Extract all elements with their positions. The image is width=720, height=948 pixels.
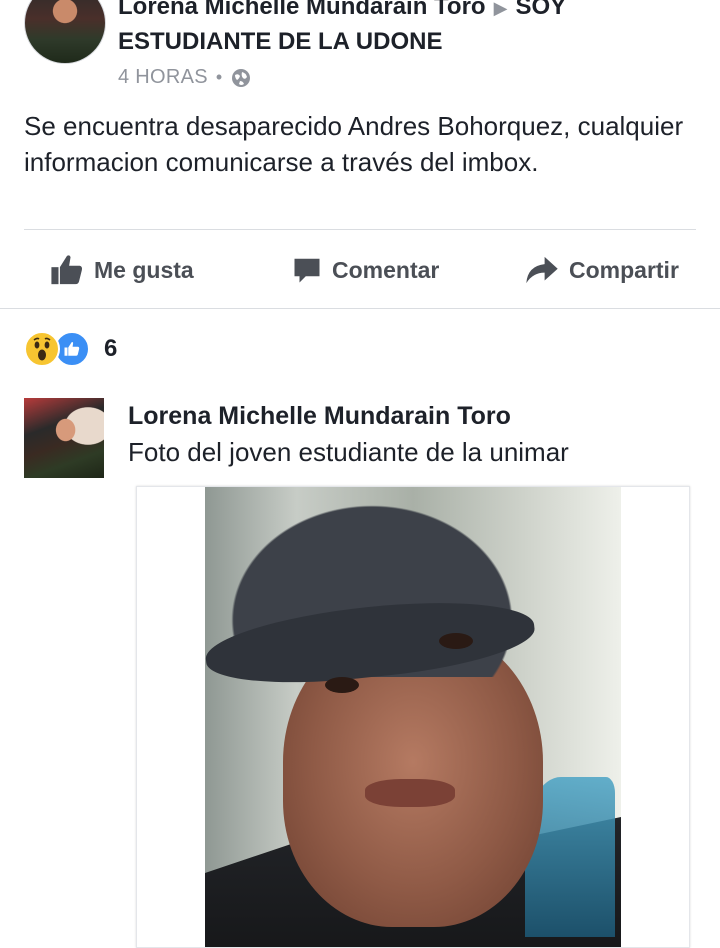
author-name[interactable]: Lorena Michelle Mundarain Toro [118,0,486,20]
comment-button[interactable]: Comentar [292,250,439,290]
divider [24,229,696,230]
post-meta: 4 HORAS • [118,66,251,89]
post-header: Lorena Michelle Mundarain Toro ▶ SOY ESTUD… [118,0,698,59]
share-button[interactable]: Compartir [525,250,679,290]
shared-author-name[interactable]: Lorena Michelle Mundarain Toro [128,402,511,431]
arrow-right-icon: ▶ [493,0,508,18]
post-body: Se encuentra desaparecido Andres Bohorqu… [24,111,684,177]
reactions-summary[interactable]: 6 [24,331,117,367]
share-arrow-icon [526,256,558,284]
meta-separator: • [215,67,223,87]
photo-image [205,487,621,947]
divider [0,308,720,309]
action-bar: Me gusta Comentar Compartir [0,240,720,298]
thumbs-up-icon [51,255,83,285]
author-avatar[interactable] [24,0,106,64]
shared-caption: Foto del joven estudiante de la unimar [128,437,569,467]
like-button[interactable]: Me gusta [50,250,194,290]
post-timestamp[interactable]: 4 HORAS [118,66,208,89]
globe-icon [231,68,250,87]
reaction-count: 6 [104,335,118,362]
wow-reaction-icon [24,331,60,367]
shared-author-avatar[interactable] [24,398,104,478]
like-label: Me gusta [94,256,194,283]
share-label: Compartir [569,256,679,283]
shared-photo[interactable] [136,486,690,948]
comment-label: Comentar [332,256,440,283]
comment-icon [294,258,320,283]
